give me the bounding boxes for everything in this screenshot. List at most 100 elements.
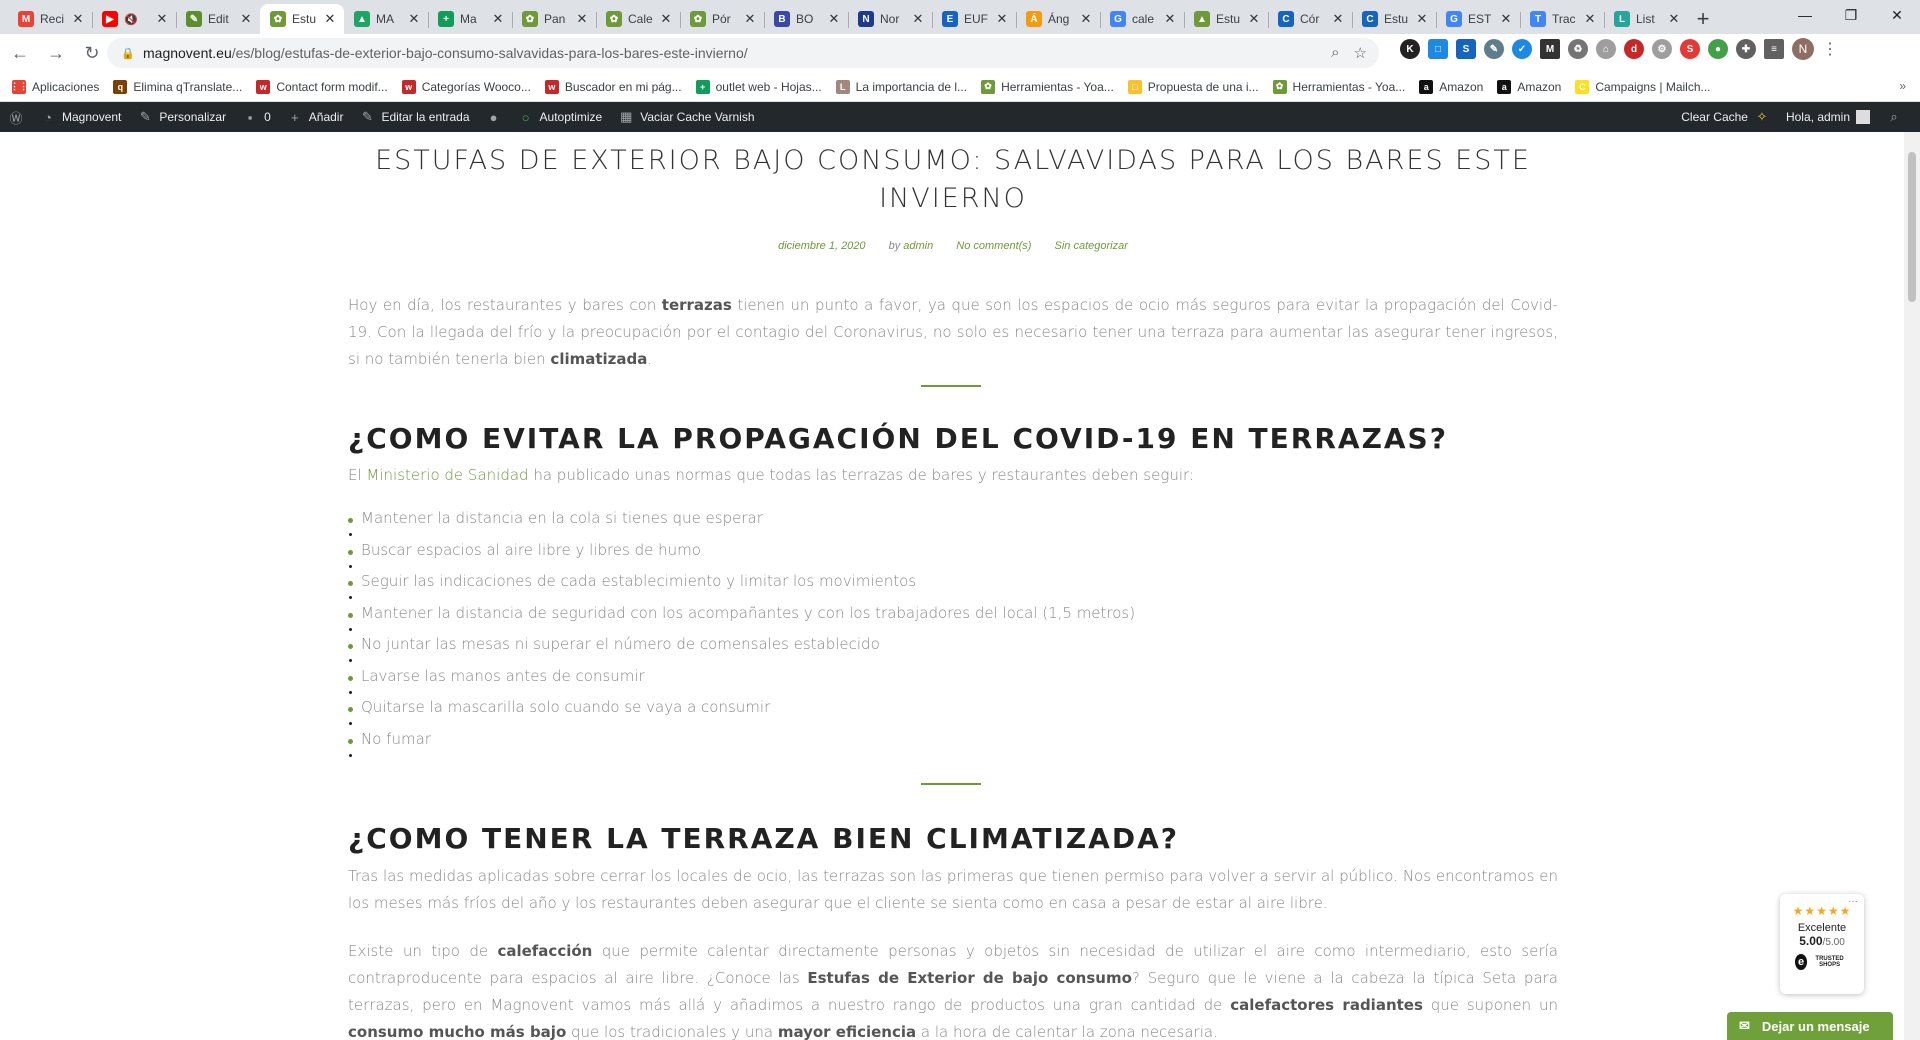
extensions-puzzle-icon[interactable]: ✚ [1736, 39, 1756, 59]
tab-close-icon[interactable]: ✕ [1078, 11, 1094, 27]
restore-button[interactable]: ❐ [1828, 0, 1874, 30]
zoom-icon[interactable]: ⌕ [1331, 44, 1339, 62]
browser-tab[interactable]: + Ma ✕ [428, 4, 512, 34]
extension-recycle-icon[interactable]: ♻ [1568, 39, 1588, 59]
tab-close-icon[interactable]: ✕ [1666, 11, 1682, 27]
tab-close-icon[interactable]: ✕ [1162, 11, 1178, 27]
browser-tab[interactable]: N Nor ✕ [848, 4, 932, 34]
back-button[interactable]: ← [4, 37, 36, 69]
extension-check-icon[interactable]: ✓ [1512, 39, 1532, 59]
scrollbar-thumb[interactable] [1908, 152, 1916, 302]
tab-close-icon[interactable]: ✕ [742, 11, 758, 27]
new-tab-button[interactable]: + [1688, 4, 1718, 34]
browser-tab[interactable]: Gcale ✕ [1100, 4, 1184, 34]
browser-tab[interactable]: ✿ Cale ✕ [596, 4, 680, 34]
extension-s-red-icon[interactable]: S [1680, 39, 1700, 59]
lock-icon[interactable]: 🔒 [121, 47, 135, 60]
bookmark-item[interactable]: w Contact form modif... [256, 79, 388, 94]
trusted-more-icon[interactable]: ··· [1848, 896, 1858, 907]
bookmark-item[interactable]: a Amazon [1419, 79, 1483, 94]
tab-close-icon[interactable]: ✕ [574, 11, 590, 27]
extension-s-icon[interactable]: S [1456, 39, 1476, 59]
browser-tab[interactable]: ▲ MA ✕ [344, 4, 428, 34]
address-bar[interactable]: 🔒 magnovent.eu/es/blog/estufas-de-exteri… [107, 38, 1379, 68]
trusted-shops-widget[interactable]: ··· ★★★★★ Excelente 5.00/5.00 e TRUSTED S… [1780, 894, 1864, 994]
tab-close-icon[interactable]: ✕ [238, 11, 254, 27]
reading-list-icon[interactable]: ≡ [1764, 39, 1784, 59]
tab-muted-icon[interactable]: 🔇 [124, 13, 138, 26]
bookmark-item[interactable]: □ Propuesta de una i... [1127, 79, 1259, 94]
browser-tab[interactable]: ✎ Edit ✕ [176, 4, 260, 34]
post-author-link[interactable]: admin [903, 240, 933, 252]
reload-button[interactable]: ↻ [76, 37, 108, 69]
browser-tab[interactable]: C Cór ✕ [1268, 4, 1352, 34]
tab-close-icon[interactable]: ✕ [1246, 11, 1262, 27]
browser-tab[interactable]: ✿ Estu ✕ [260, 4, 344, 34]
wp-comments-item[interactable]: ▪ 0 [234, 102, 279, 132]
tab-close-icon[interactable]: ✕ [1582, 11, 1598, 27]
tab-close-icon[interactable]: ✕ [1498, 11, 1514, 27]
tab-close-icon[interactable]: ✕ [490, 11, 506, 27]
browser-tab[interactable]: C Estu ✕ [1352, 4, 1436, 34]
browser-tab[interactable]: ✿ Pór ✕ [680, 4, 764, 34]
bookmark-item[interactable]: a Amazon [1497, 79, 1561, 94]
bookmark-item[interactable]: ✿ Herramientas - Yoa... [1272, 79, 1405, 94]
bookmark-item[interactable]: w Categorías Wooco... [401, 79, 531, 94]
browser-tab[interactable]: B BO ✕ [764, 4, 848, 34]
bookmark-item[interactable]: + outlet web - Hojas... [695, 79, 822, 94]
extension-desc-icon[interactable]: d [1624, 39, 1644, 59]
post-category-link[interactable]: Sin categorizar [1055, 240, 1128, 252]
browser-tab[interactable]: ▲ Estu ✕ [1184, 4, 1268, 34]
bookmark-item[interactable]: C Campaigns | Mailch... [1575, 79, 1711, 94]
wp-seo-item[interactable]: ● [478, 102, 510, 132]
wp-autoptimize-item[interactable]: ○ Autoptimize [510, 102, 611, 132]
bookmark-item[interactable]: q Elimina qTranslate... [113, 79, 242, 94]
close-window-button[interactable]: ✕ [1874, 0, 1920, 30]
browser-tab[interactable]: ▶ 🔇 ✕ [92, 4, 176, 34]
extension-window-icon[interactable]: □ [1428, 39, 1448, 59]
wp-clear-cache-item[interactable]: Clear Cache ✧ [1673, 102, 1778, 132]
wp-customize-item[interactable]: ✎ Personalizar [129, 102, 234, 132]
minimize-button[interactable]: — [1782, 0, 1828, 30]
bookmarks-overflow-icon[interactable]: » [1899, 79, 1906, 93]
extension-eyedropper-icon[interactable]: ✎ [1484, 39, 1504, 59]
post-comments-link[interactable]: No comment(s) [956, 240, 1031, 252]
browser-tab[interactable]: ✿ Pan ✕ [512, 4, 596, 34]
ministerio-sanidad-link[interactable]: Ministerio de Sanidad [366, 466, 528, 484]
profile-avatar[interactable]: N [1792, 38, 1814, 60]
extension-tag-icon[interactable]: ⌂ [1596, 39, 1616, 59]
tab-close-icon[interactable]: ✕ [406, 11, 422, 27]
tab-close-icon[interactable]: ✕ [1414, 11, 1430, 27]
browser-tab[interactable]: Á Áng ✕ [1016, 4, 1100, 34]
browser-tab[interactable]: L List ✕ [1604, 4, 1688, 34]
extension-m-icon[interactable]: M [1540, 39, 1560, 59]
leave-message-button[interactable]: ✉ Dejar un mensaje [1727, 1012, 1893, 1040]
extension-k-icon[interactable]: K [1400, 39, 1420, 59]
tab-close-icon[interactable]: ✕ [70, 11, 86, 27]
wp-varnish-item[interactable]: ▦ Vaciar Cache Varnish [610, 102, 762, 132]
browser-tab[interactable]: M Reci ✕ [8, 4, 92, 34]
browser-tab[interactable]: E EUF ✕ [932, 4, 1016, 34]
extension-gear-icon[interactable]: ⚙ [1652, 39, 1672, 59]
bookmark-item[interactable]: ⋮⋮ Aplicaciones [10, 79, 99, 94]
wp-add-item[interactable]: + Añadir [279, 102, 352, 132]
tab-close-icon[interactable]: ✕ [1330, 11, 1346, 27]
wp-edit-item[interactable]: ✎ Editar la entrada [351, 102, 477, 132]
post-date-link[interactable]: diciembre 1, 2020 [778, 240, 865, 252]
page-scrollbar[interactable] [1904, 132, 1920, 1040]
wp-search-item[interactable]: ⌕ [1878, 102, 1910, 132]
wp-logo-item[interactable]: Ⓦ [0, 102, 32, 132]
tab-close-icon[interactable]: ✕ [826, 11, 842, 27]
tab-close-icon[interactable]: ✕ [322, 11, 338, 27]
browser-tab[interactable]: T Trac ✕ [1520, 4, 1604, 34]
tab-close-icon[interactable]: ✕ [910, 11, 926, 27]
bookmark-item[interactable]: w Buscador en mi pág... [544, 79, 682, 94]
tab-close-icon[interactable]: ✕ [658, 11, 674, 27]
extension-green-icon[interactable]: ● [1708, 39, 1728, 59]
bookmark-star-icon[interactable]: ☆ [1354, 44, 1367, 62]
bookmark-item[interactable]: L La importancia de l... [835, 79, 967, 94]
wp-site-item[interactable]: ◔ Magnovent [32, 102, 129, 132]
wp-account-item[interactable]: Hola, admin [1778, 102, 1878, 132]
forward-button[interactable]: → [40, 37, 72, 69]
browser-tab[interactable]: G EST ✕ [1436, 4, 1520, 34]
